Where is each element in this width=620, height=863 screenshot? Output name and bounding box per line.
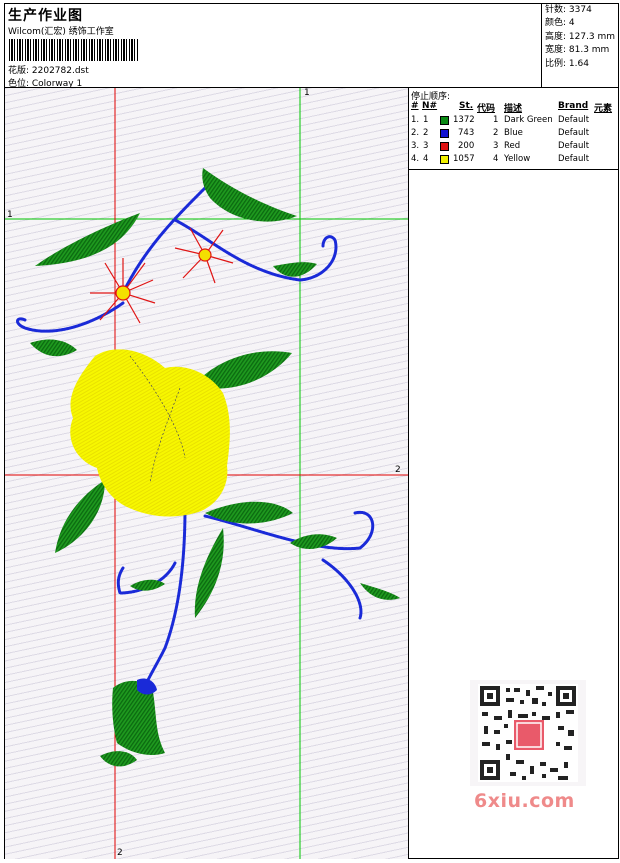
leaf-top-right (202, 168, 297, 222)
qr-code (470, 680, 586, 786)
bud-green (112, 680, 165, 755)
pattern-file: 花版: 2202782.dst (8, 66, 89, 76)
red-guide-label-bottom: 2 (117, 848, 123, 858)
red-guide-label-right: 2 (395, 465, 401, 475)
leaf-small-left (30, 339, 77, 357)
company-name: Wilcom(汇宏) 绣饰工作室 (8, 27, 114, 37)
row-needle: 3 (423, 141, 429, 151)
watermark-text: 6xiu.com (474, 790, 575, 812)
row-needle: 1 (423, 115, 429, 125)
green-guide-label-left: 1 (7, 210, 13, 220)
table-row: 3. 3 200 3 Red Default (409, 141, 619, 154)
row-description: Red (504, 141, 521, 151)
embroidery-preview (5, 88, 408, 859)
row-brand: Default (558, 154, 590, 164)
table-row: 2. 2 743 2 Blue Default (409, 128, 619, 141)
design-height: 高度: 127.3 mm (545, 32, 616, 42)
col-index: # (411, 101, 419, 111)
barcode (9, 39, 139, 61)
green-guide-label-top: 1 (304, 88, 310, 98)
row-description: Dark Green (504, 115, 553, 125)
panel-divider (408, 88, 409, 859)
stitch-count: 针数: 3374 (545, 5, 592, 15)
leaf-tiny-left (130, 579, 165, 591)
row-code: 4 (493, 154, 499, 164)
col-element: 元素 (594, 104, 613, 114)
table-row: 4. 4 1057 4 Yellow Default (409, 154, 619, 167)
row-needle: 2 (423, 128, 429, 138)
stop-sequence-header: # N# St. 代码 描述 Brand 元素 (409, 101, 619, 114)
header-panel: 生产作业图 Wilcom(汇宏) 绣饰工作室 花版: 2202782.dst 色… (4, 3, 542, 89)
row-index: 1. (411, 115, 420, 125)
row-stitches: 1057 (453, 154, 475, 164)
leaf-far-right (360, 583, 400, 600)
row-code: 3 (493, 141, 499, 151)
row-stitches: 743 (458, 128, 475, 138)
color-swatch (440, 116, 449, 125)
row-description: Blue (504, 128, 523, 138)
row-index: 4. (411, 154, 420, 164)
leaf-lower-middle (194, 528, 224, 618)
row-brand: Default (558, 128, 590, 138)
stop-sequence-panel: 停止顺序: # N# St. 代码 描述 Brand 元素 1. 1 1372 … (409, 88, 619, 170)
red-flower-1 (90, 258, 156, 324)
bud-blue-cap (137, 678, 157, 695)
qr-code-image (478, 684, 578, 782)
table-row: 1. 1 1372 1 Dark Green Default (409, 115, 619, 128)
row-brand: Default (558, 141, 590, 151)
row-code: 2 (493, 128, 499, 138)
bud-leaf (100, 751, 137, 767)
design-width: 宽度: 81.3 mm (545, 45, 610, 55)
color-swatch (440, 155, 449, 164)
row-index: 3. (411, 141, 420, 151)
col-brand: Brand (558, 101, 589, 111)
row-description: Yellow (504, 154, 531, 164)
col-needle: N# (422, 101, 438, 111)
row-needle: 4 (423, 154, 429, 164)
col-stitches: St. (459, 101, 474, 111)
row-stitches: 200 (458, 141, 475, 151)
color-swatch (440, 129, 449, 138)
row-brand: Default (558, 115, 590, 125)
color-swatch (440, 142, 449, 151)
design-stats: 针数: 3374 颜色: 4 高度: 127.3 mm 宽度: 81.3 mm … (541, 3, 620, 87)
leaf-left (35, 213, 140, 266)
col-code: 代码 (477, 104, 496, 114)
color-count: 颜色: 4 (545, 18, 575, 28)
design-scale: 比例: 1.64 (545, 59, 589, 69)
leaf-lower-left (55, 480, 105, 553)
row-index: 2. (411, 128, 420, 138)
design-canvas (5, 88, 408, 859)
row-code: 1 (493, 115, 499, 125)
page-title: 生产作业图 (8, 8, 83, 24)
stop-panel-divider (409, 169, 619, 170)
col-description: 描述 (504, 104, 523, 114)
row-stitches: 1372 (453, 115, 475, 125)
